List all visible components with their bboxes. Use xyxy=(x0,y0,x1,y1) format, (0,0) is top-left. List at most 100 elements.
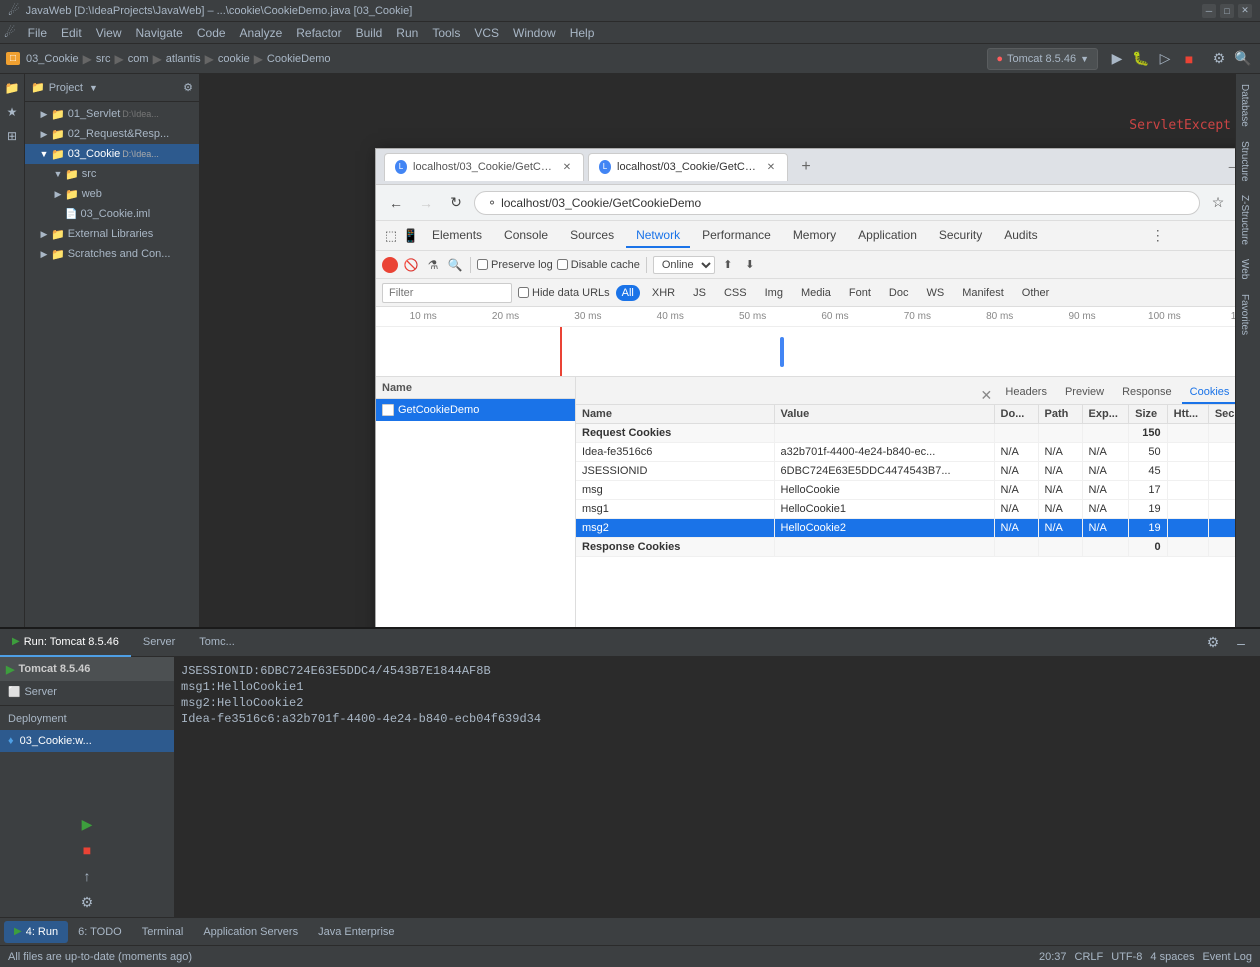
filter-xhr[interactable]: XHR xyxy=(646,285,681,301)
sidebar-tab-favorites[interactable]: Favorites xyxy=(1237,288,1259,341)
menu-file[interactable]: File xyxy=(22,24,53,42)
menu-analyze[interactable]: Analyze xyxy=(234,24,289,42)
menu-build[interactable]: Build xyxy=(350,24,389,42)
bottom-tab-tomc[interactable]: Tomc... xyxy=(187,629,246,657)
tree-item-01servlet[interactable]: ▶ 📁 01_Servlet D:\Idea... xyxy=(25,104,199,124)
network-list-item[interactable]: GetCookieDemo xyxy=(376,399,575,421)
maximize-btn[interactable]: □ xyxy=(1220,4,1234,18)
tab-close-icon[interactable]: ✕ xyxy=(765,160,777,174)
filter-manifest[interactable]: Manifest xyxy=(956,285,1010,301)
disable-cache-checkbox[interactable]: Disable cache xyxy=(557,259,640,271)
preserve-log-input[interactable] xyxy=(477,259,488,270)
filter-doc[interactable]: Doc xyxy=(883,285,915,301)
import-icon[interactable]: ⬆ xyxy=(719,256,737,274)
panel-update-btn[interactable]: ↑ xyxy=(76,865,98,887)
tab-performance[interactable]: Performance xyxy=(692,224,781,248)
browser-tab-2[interactable]: L localhost/03_Cookie/GetCookiD... ✕ xyxy=(588,153,788,181)
filter-img[interactable]: Img xyxy=(759,285,789,301)
search-everywhere-btn[interactable]: 🔍 xyxy=(1232,48,1254,70)
panel-settings-btn2[interactable]: ⚙ xyxy=(76,891,98,913)
gear-icon[interactable]: ⚙ xyxy=(183,81,193,94)
filter-icon[interactable]: ⚗ xyxy=(424,256,442,274)
tree-item-02request[interactable]: ▶ 📁 02_Request&Resp... xyxy=(25,124,199,144)
panel-settings-btn[interactable]: ⚙ xyxy=(1202,632,1224,654)
tab-response[interactable]: Response xyxy=(1114,382,1180,404)
tab-sources[interactable]: Sources xyxy=(560,224,624,248)
tab-console[interactable]: Console xyxy=(494,224,558,248)
browser-tab-1[interactable]: L localhost/03_Cookie/GetCookiD... ✕ xyxy=(384,153,584,181)
table-row[interactable]: Idea-fe3516c6 a32b701f-4400-4e24-b840-ec… xyxy=(576,443,1235,462)
toolbar-todo-btn[interactable]: 6: TODO xyxy=(68,921,132,943)
disable-cache-input[interactable] xyxy=(557,259,568,270)
forward-button[interactable]: → xyxy=(414,191,438,215)
tree-item-extlib[interactable]: ▶ 📁 External Libraries xyxy=(25,224,199,244)
menu-help[interactable]: Help xyxy=(564,24,601,42)
settings-btn[interactable]: ⚙ xyxy=(1208,48,1230,70)
toolbar-java-enterprise-btn[interactable]: Java Enterprise xyxy=(308,921,404,943)
tab-cookies[interactable]: Cookies xyxy=(1182,382,1235,404)
menu-tools[interactable]: Tools xyxy=(426,24,466,42)
preserve-log-checkbox[interactable]: Preserve log xyxy=(477,259,553,271)
inspect-icon[interactable]: ⬚ xyxy=(382,227,400,245)
refresh-button[interactable]: ↻ xyxy=(444,191,468,215)
clear-button[interactable]: 🚫 xyxy=(402,256,420,274)
tab-memory[interactable]: Memory xyxy=(783,224,846,248)
tab-headers[interactable]: Headers xyxy=(997,382,1055,404)
menu-vcs[interactable]: VCS xyxy=(468,24,505,42)
sidebar-tab-structure[interactable]: Structure xyxy=(1237,135,1259,188)
filter-js[interactable]: JS xyxy=(687,285,712,301)
stop-btn[interactable]: ■ xyxy=(1178,48,1200,70)
structure-icon[interactable]: ⊞ xyxy=(2,126,22,146)
tree-item-scratches[interactable]: ▶ 📁 Scratches and Con... xyxy=(25,244,199,264)
statusbar-indent[interactable]: 4 spaces xyxy=(1150,951,1194,963)
sidebar-tab-web[interactable]: Web xyxy=(1237,253,1259,285)
menu-window[interactable]: Window xyxy=(507,24,562,42)
back-button[interactable]: ← xyxy=(384,191,408,215)
device-icon[interactable]: 📱 xyxy=(402,227,420,245)
menu-edit[interactable]: Edit xyxy=(55,24,88,42)
statusbar-eventlog[interactable]: Event Log xyxy=(1202,951,1252,963)
filter-input[interactable] xyxy=(382,283,512,303)
detail-close-btn[interactable]: ✕ xyxy=(977,386,995,404)
new-tab-button[interactable]: + xyxy=(792,153,820,181)
debug-btn[interactable]: 🐛 xyxy=(1130,48,1152,70)
search-button[interactable]: 🔍 xyxy=(446,256,464,274)
toolbar-terminal-btn[interactable]: Terminal xyxy=(132,921,194,943)
server-item[interactable]: ⬜ Server xyxy=(0,681,174,703)
tab-security[interactable]: Security xyxy=(929,224,992,248)
throttle-select[interactable]: Online xyxy=(653,256,715,274)
filter-css[interactable]: CSS xyxy=(718,285,753,301)
address-bar[interactable]: ⚬ localhost/03_Cookie/GetCookieDemo xyxy=(474,191,1200,215)
menu-view[interactable]: View xyxy=(90,24,128,42)
record-button[interactable] xyxy=(382,257,398,273)
tab-network[interactable]: Network xyxy=(626,224,690,248)
tab-application[interactable]: Application xyxy=(848,224,927,248)
table-row-selected[interactable]: msg2 HelloCookie2 N/A N/A N/A 19 xyxy=(576,519,1235,538)
tree-item-web[interactable]: ▶ 📁 web xyxy=(25,184,199,204)
devtools-more-icon[interactable]: ⋮ xyxy=(1148,226,1168,246)
menu-navigate[interactable]: Navigate xyxy=(129,24,188,42)
menu-code[interactable]: Code xyxy=(191,24,232,42)
filter-other[interactable]: Other xyxy=(1016,285,1056,301)
panel-stop-btn[interactable]: ■ xyxy=(76,839,98,861)
project-icon[interactable]: 📁 xyxy=(2,78,22,98)
browser-minimize-btn[interactable]: ─ xyxy=(1224,158,1235,176)
bottom-tab-run[interactable]: ▶ Run: Tomcat 8.5.46 xyxy=(0,629,131,657)
tab-elements[interactable]: Elements xyxy=(422,224,492,248)
menu-refactor[interactable]: Refactor xyxy=(290,24,347,42)
toolbar-run-btn[interactable]: ▶ 4: Run xyxy=(4,921,68,943)
tree-item-iml[interactable]: 📄 03_Cookie.iml xyxy=(25,204,199,224)
deployment-cookie-item[interactable]: ♦ 03_Cookie:w... xyxy=(0,730,174,752)
hide-data-urls-checkbox[interactable]: Hide data URLs xyxy=(518,287,610,299)
bookmark-button[interactable]: ☆ xyxy=(1206,191,1230,215)
tree-item-src[interactable]: ▼ 📁 src xyxy=(25,164,199,184)
panel-close-btn[interactable]: – xyxy=(1230,632,1252,654)
statusbar-charset[interactable]: UTF-8 xyxy=(1111,951,1142,963)
toolbar-app-servers-btn[interactable]: Application Servers xyxy=(193,921,308,943)
panel-run-btn[interactable]: ▶ xyxy=(76,813,98,835)
export-icon[interactable]: ⬇ xyxy=(741,256,759,274)
table-row[interactable]: msg HelloCookie N/A N/A N/A 17 xyxy=(576,481,1235,500)
bottom-tab-server[interactable]: Server xyxy=(131,629,187,657)
statusbar-crlf[interactable]: CRLF xyxy=(1075,951,1104,963)
tab-close-icon[interactable]: ✕ xyxy=(561,160,573,174)
